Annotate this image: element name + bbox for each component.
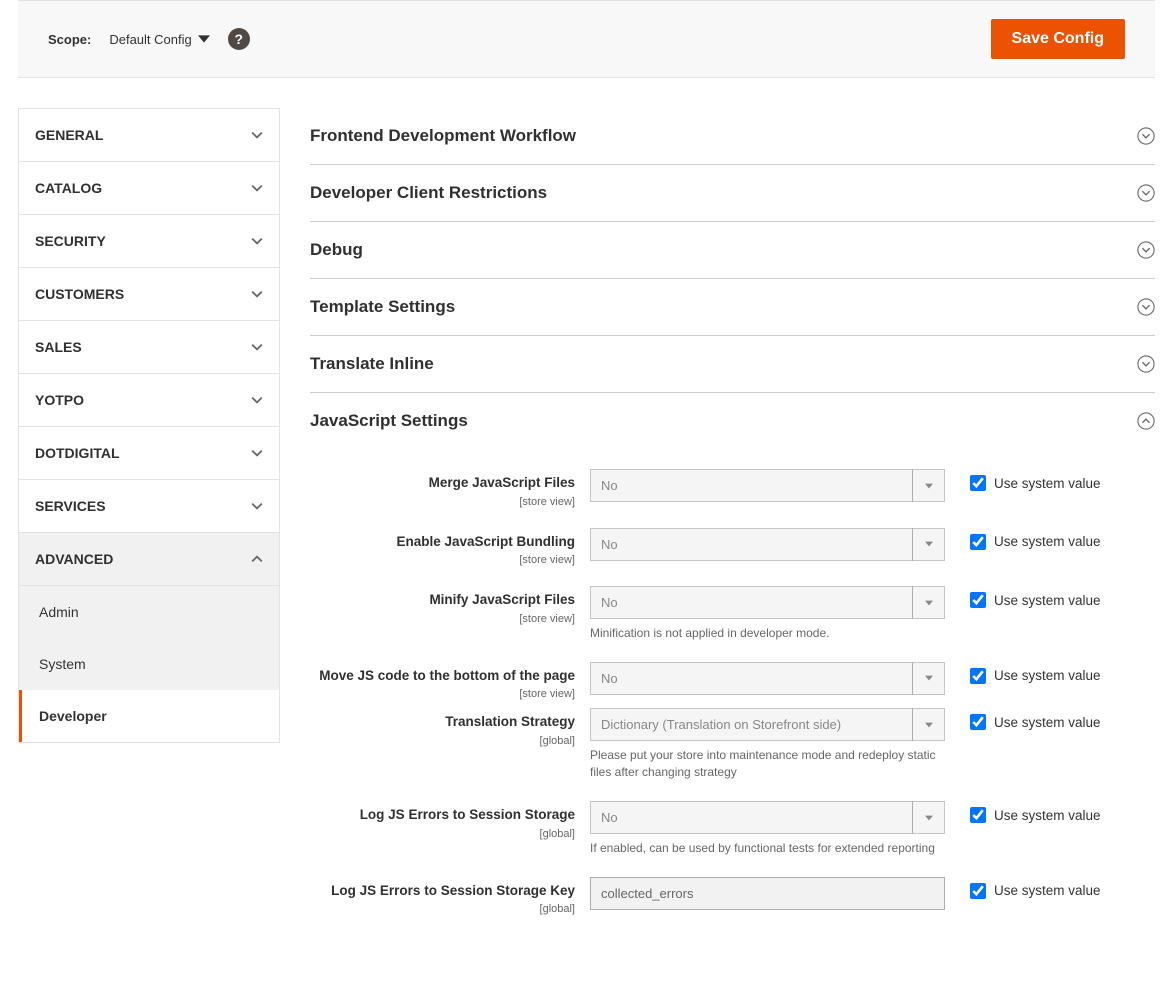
chevron-down-icon: [251, 235, 263, 247]
use-system-checkbox[interactable]: [970, 807, 986, 823]
field-scope: [store view]: [519, 554, 575, 566]
expand-down-icon: [1137, 241, 1155, 259]
expand-down-icon: [1137, 298, 1155, 316]
sidebar-item-general[interactable]: GENERAL: [19, 109, 279, 162]
use-system-checkbox[interactable]: [970, 714, 986, 730]
section-debug[interactable]: Debug: [310, 222, 1155, 279]
section-translate-inline[interactable]: Translate Inline: [310, 336, 1155, 393]
chevron-down-icon: [251, 447, 263, 459]
field-minify-js: Minify JavaScript Files [store view] No …: [310, 586, 1155, 642]
section-title: JavaScript Settings: [310, 411, 468, 431]
bundle-js-select[interactable]: No: [590, 528, 945, 561]
sidebar-item-yotpo[interactable]: YOTPO: [19, 374, 279, 427]
section-title: Translate Inline: [310, 354, 434, 374]
sidebar-item-catalog[interactable]: CATALOG: [19, 162, 279, 215]
log-js-key-input[interactable]: [590, 877, 945, 910]
field-scope: [global]: [540, 735, 575, 747]
sidebar-item-sales[interactable]: SALES: [19, 321, 279, 374]
field-label: Log JS Errors to Session Storage: [310, 806, 575, 824]
field-note: Minification is not applied in developer…: [590, 625, 945, 642]
chevron-down-icon: [251, 500, 263, 512]
sidebar-sub-system[interactable]: System: [19, 638, 279, 690]
field-merge-js: Merge JavaScript Files [store view] No U…: [310, 469, 1155, 508]
help-icon[interactable]: ?: [228, 28, 250, 50]
log-js-select[interactable]: No: [590, 801, 945, 834]
field-label: Merge JavaScript Files: [310, 474, 575, 492]
use-system-checkbox[interactable]: [970, 534, 986, 550]
sidebar-subitems: Admin System Developer: [19, 586, 279, 742]
chevron-up-icon: [251, 553, 263, 565]
sidebar-item-customers[interactable]: CUSTOMERS: [19, 268, 279, 321]
merge-js-select[interactable]: No: [590, 469, 945, 502]
field-note: Please put your store into maintenance m…: [590, 747, 945, 781]
use-system-checkbox[interactable]: [970, 592, 986, 608]
field-label: Log JS Errors to Session Storage Key: [310, 882, 575, 900]
section-client-restrictions[interactable]: Developer Client Restrictions: [310, 165, 1155, 222]
chevron-down-icon: [251, 341, 263, 353]
section-javascript-settings[interactable]: JavaScript Settings: [310, 393, 1155, 449]
expand-down-icon: [1137, 184, 1155, 202]
use-system-label: Use system value: [994, 534, 1101, 549]
field-label: Minify JavaScript Files: [310, 591, 575, 609]
sidebar-item-security[interactable]: SECURITY: [19, 215, 279, 268]
section-title: Debug: [310, 240, 363, 260]
chevron-down-icon: [251, 394, 263, 406]
expand-down-icon: [1137, 127, 1155, 145]
field-scope: [store view]: [519, 613, 575, 625]
field-log-js-errors: Log JS Errors to Session Storage [global…: [310, 801, 1155, 857]
field-label: Move JS code to the bottom of the page: [310, 667, 575, 685]
section-template-settings[interactable]: Template Settings: [310, 279, 1155, 336]
chevron-down-icon: [251, 129, 263, 141]
chevron-down-icon: [251, 182, 263, 194]
use-system-label: Use system value: [994, 668, 1101, 683]
use-system-checkbox[interactable]: [970, 883, 986, 899]
scope-label: Scope:: [48, 32, 91, 47]
chevron-down-icon: [251, 288, 263, 300]
translation-strategy-select[interactable]: Dictionary (Translation on Storefront si…: [590, 708, 945, 741]
section-title: Frontend Development Workflow: [310, 126, 576, 146]
field-move-js: Move JS code to the bottom of the page […: [310, 662, 1155, 701]
section-frontend-workflow[interactable]: Frontend Development Workflow: [310, 108, 1155, 165]
caret-down-icon: [198, 33, 210, 45]
move-js-select[interactable]: No: [590, 662, 945, 695]
javascript-settings-fieldset: Merge JavaScript Files [store view] No U…: [310, 449, 1155, 915]
field-scope: [global]: [540, 828, 575, 840]
use-system-checkbox[interactable]: [970, 475, 986, 491]
use-system-label: Use system value: [994, 476, 1101, 491]
field-scope: [store view]: [519, 496, 575, 508]
save-config-button[interactable]: Save Config: [991, 19, 1125, 59]
section-title: Developer Client Restrictions: [310, 183, 547, 203]
field-note: If enabled, can be used by functional te…: [590, 840, 945, 857]
sidebar-item-dotdigital[interactable]: DOTDIGITAL: [19, 427, 279, 480]
use-system-label: Use system value: [994, 883, 1101, 898]
scope-wrap: Scope: Default Config ?: [48, 28, 250, 50]
section-title: Template Settings: [310, 297, 455, 317]
config-sidebar: GENERAL CATALOG SECURITY CUSTOMERS SALES…: [18, 108, 280, 743]
minify-js-select[interactable]: No: [590, 586, 945, 619]
content-area: Frontend Development Workflow Developer …: [310, 108, 1155, 935]
collapse-up-icon: [1137, 412, 1155, 430]
sidebar-sub-admin[interactable]: Admin: [19, 586, 279, 638]
field-translation-strategy: Translation Strategy [global] Dictionary…: [310, 708, 1155, 781]
expand-down-icon: [1137, 355, 1155, 373]
scope-selector[interactable]: Default Config: [109, 32, 209, 47]
field-scope: [global]: [540, 903, 575, 915]
use-system-checkbox[interactable]: [970, 668, 986, 684]
use-system-label: Use system value: [994, 808, 1101, 823]
use-system-label: Use system value: [994, 593, 1101, 608]
field-log-js-key: Log JS Errors to Session Storage Key [gl…: [310, 877, 1155, 916]
sidebar-item-advanced[interactable]: ADVANCED: [19, 533, 279, 586]
field-label: Enable JavaScript Bundling: [310, 533, 575, 551]
header-bar: Scope: Default Config ? Save Config: [18, 0, 1155, 78]
sidebar-sub-developer[interactable]: Developer: [19, 690, 279, 742]
scope-value: Default Config: [109, 32, 191, 47]
field-scope: [store view]: [519, 688, 575, 700]
sidebar-item-services[interactable]: SERVICES: [19, 480, 279, 533]
field-label: Translation Strategy: [310, 713, 575, 731]
use-system-label: Use system value: [994, 715, 1101, 730]
field-bundle-js: Enable JavaScript Bundling [store view] …: [310, 528, 1155, 567]
